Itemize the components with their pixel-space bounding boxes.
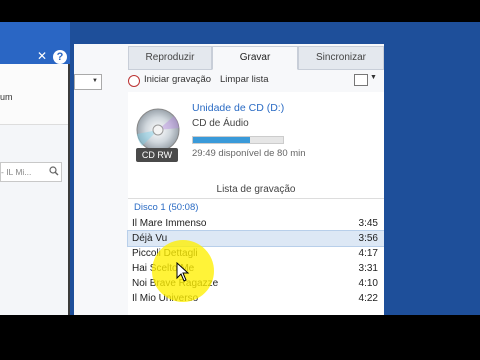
track-title: Il Mare Immenso (132, 218, 207, 229)
tab-gravar[interactable]: Gravar (212, 46, 298, 70)
tab-sincronizar[interactable]: Sincronizar (298, 46, 384, 70)
disc-free-space: 29:49 disponível de 80 min (192, 148, 306, 159)
track-duration: 4:17 (358, 248, 378, 259)
chevron-down-icon[interactable]: ▼ (370, 74, 377, 81)
desktop-background (384, 22, 480, 315)
disc-capacity-bar (192, 136, 284, 144)
drive-name[interactable]: Unidade de CD (D:) (192, 102, 284, 114)
search-input-text: - IL Mi... (1, 167, 32, 177)
ribbon-label: um (0, 92, 13, 102)
cd-rw-label: CD RW (136, 148, 178, 162)
clear-list-button[interactable]: Limpar lista (220, 74, 269, 85)
drive-type: CD de Áudio (192, 118, 249, 129)
media-player-window: Reproduzir Gravar Sincronizar ▼ Iniciar … (74, 44, 385, 315)
divider (128, 198, 384, 199)
explorer-titlebar: ✕ ? (0, 22, 70, 64)
search-input[interactable]: - IL Mi... (0, 162, 62, 182)
desktop-area: ✕ ? um - IL Mi... Reproduzir Gravar Sinc… (0, 22, 480, 315)
burn-list-title: Lista de gravação (216, 184, 296, 195)
track-duration: 3:45 (358, 218, 378, 229)
burn-icon (128, 75, 140, 87)
track-duration: 4:10 (358, 278, 378, 289)
chevron-down-icon: ▼ (92, 78, 98, 84)
track-duration: 3:56 (358, 233, 378, 244)
burn-options-icon[interactable] (354, 74, 368, 86)
disc-capacity-fill (193, 137, 250, 143)
close-icon[interactable]: ✕ (37, 49, 47, 63)
window-divider (68, 64, 70, 315)
track-duration: 3:31 (358, 263, 378, 274)
burn-toolbar: ▼ Iniciar gravação Limpar lista ▼ (74, 70, 384, 92)
disc-label: Disco 1 (50:08) (134, 202, 199, 213)
track-duration: 4:22 (358, 293, 378, 304)
track-title: Déjà Vu (132, 233, 168, 244)
explorer-window: ✕ ? um - IL Mi... (0, 22, 70, 315)
tab-bar: Reproduzir Gravar Sincronizar (128, 44, 384, 70)
tab-reproduzir[interactable]: Reproduzir (128, 46, 212, 70)
start-burn-label: Iniciar gravação (144, 74, 212, 85)
track-row[interactable]: Il Mare Immenso 3:45 (128, 216, 384, 231)
view-dropdown[interactable]: ▼ (74, 74, 102, 90)
help-icon[interactable]: ? (53, 50, 67, 64)
search-icon[interactable] (49, 166, 59, 176)
mouse-cursor-icon (176, 262, 190, 282)
